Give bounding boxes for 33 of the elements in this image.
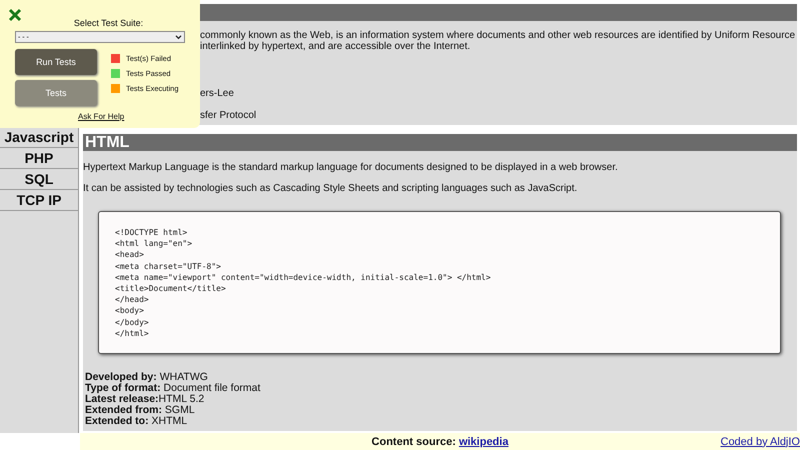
text-line: ers-Lee bbox=[200, 88, 234, 99]
code-line: <body> bbox=[115, 305, 145, 317]
fact-line: Extended from: SGML bbox=[85, 405, 195, 416]
sidebar-item[interactable]: TCP IP bbox=[0, 190, 78, 211]
code-line: </html> bbox=[115, 328, 150, 340]
fact-line: Extended to: XHTML bbox=[85, 416, 188, 428]
text-line: interlinked by hypertext, and are accessible over the Internet. bbox=[200, 41, 470, 52]
code-line: <meta charset="UTF-8"> bbox=[115, 260, 222, 272]
code-line: <title>Document</title> bbox=[115, 283, 227, 294]
code-line: </body> bbox=[115, 316, 150, 328]
close-icon[interactable] bbox=[8, 8, 22, 22]
fact-line: Type of format: Document file format bbox=[85, 383, 260, 394]
section-title: HTML bbox=[83, 134, 797, 151]
source-link[interactable]: wikipedia bbox=[458, 436, 508, 448]
caret-icon bbox=[175, 34, 182, 40]
test-button[interactable]: Run Tests bbox=[15, 49, 97, 75]
credit-link[interactable]: Coded by AldjIO bbox=[720, 436, 800, 448]
fact-line: Latest release:HTML 5.2 bbox=[85, 394, 204, 406]
code-line: <html lang="en"> bbox=[115, 238, 194, 250]
code-line: <head> bbox=[115, 249, 145, 261]
paragraph: It can be assisted by technologies such as Cascading Style Sheets and scripting languages such as JavaScript. bbox=[83, 183, 578, 194]
text-line: commonly known as the Web, is an information system where documents and other web resources are identified by Uniform Resource bbox=[200, 30, 796, 41]
text-line: sfer Protocol bbox=[200, 110, 256, 121]
select-label: Select Test Suite: bbox=[72, 18, 144, 28]
sidebar-item[interactable]: SQL bbox=[0, 169, 78, 190]
fact-line: Developed by: WHATWG bbox=[85, 372, 208, 384]
code-line: <meta name="viewport" content="width=device-width, initial-scale=1.0"> </html> bbox=[115, 272, 492, 284]
code-line: <!DOCTYPE html> bbox=[115, 227, 188, 238]
sidebar-item[interactable]: PHP bbox=[0, 148, 78, 169]
content-source: Content source: wikipedia bbox=[372, 436, 508, 448]
help-link[interactable]: Ask For Help bbox=[78, 112, 124, 121]
paragraph: Hypertext Markup Language is the standard markup language for documents designed to be displayed in a web browser. bbox=[83, 162, 619, 173]
code-line: </head> bbox=[115, 294, 150, 306]
